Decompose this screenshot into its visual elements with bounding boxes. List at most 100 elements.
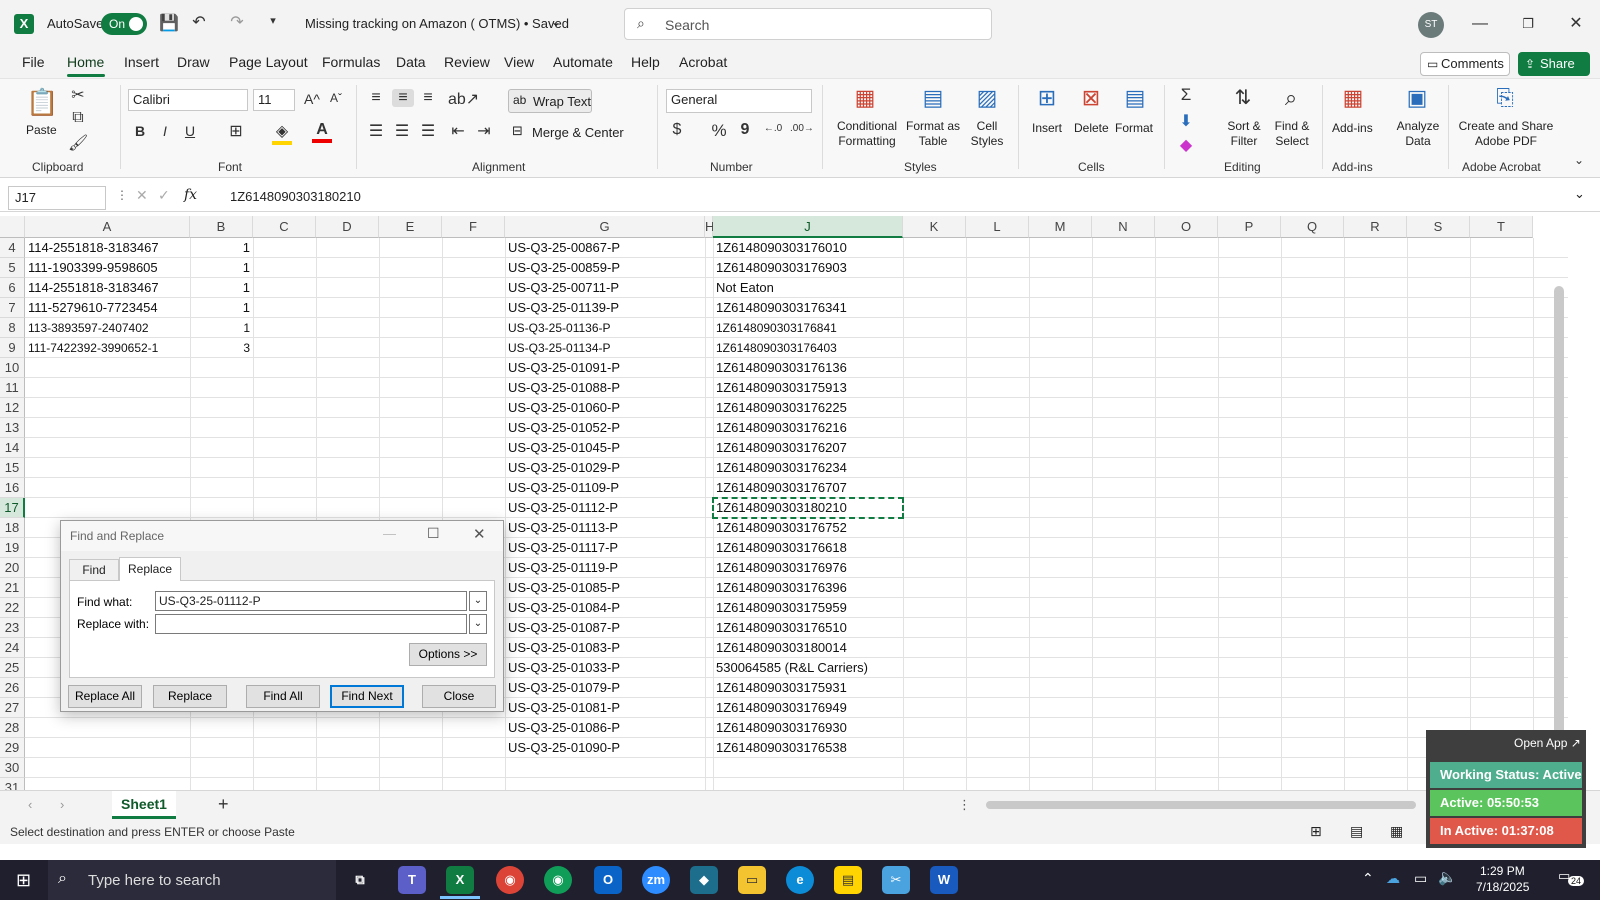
user-avatar[interactable]: ST (1418, 12, 1444, 38)
tab-view[interactable]: View (504, 54, 534, 70)
cell-g8[interactable]: US-Q3-25-01136-P (505, 318, 705, 338)
autosave-toggle[interactable]: On (101, 13, 147, 35)
tab-page-layout[interactable]: Page Layout (229, 54, 308, 70)
quick-access-dropdown-icon[interactable]: ▾ (266, 14, 280, 32)
cell-styles-label[interactable]: Cell Styles (966, 119, 1008, 149)
row-header[interactable]: 7 (0, 298, 25, 318)
cell-b7[interactable]: 1 (190, 298, 253, 318)
cell-g7[interactable]: US-Q3-25-01139-P (505, 298, 705, 318)
align-bottom-icon[interactable]: ≡ (418, 89, 438, 107)
row-header[interactable]: 30 (0, 758, 25, 778)
cell-g20[interactable]: US-Q3-25-01119-P (505, 558, 705, 578)
format-cells-icon[interactable]: ▤ (1120, 85, 1150, 115)
clock-time[interactable]: 1:29 PM (1480, 864, 1525, 878)
column-header-j[interactable]: J (713, 216, 903, 238)
cell-g23[interactable]: US-Q3-25-01087-P (505, 618, 705, 638)
italic-icon[interactable]: I (155, 123, 175, 139)
row-header[interactable]: 14 (0, 438, 25, 458)
cell-g28[interactable]: US-Q3-25-01086-P (505, 718, 705, 738)
dialog-close-icon[interactable]: ✕ (473, 525, 486, 543)
cell-j19[interactable]: 1Z6148090303176618 (713, 538, 903, 558)
column-header-p[interactable]: P (1218, 216, 1281, 238)
row-header[interactable]: 12 (0, 398, 25, 418)
cell-g10[interactable]: US-Q3-25-01091-P (505, 358, 705, 378)
sheet-options-icon[interactable]: ⋮ (958, 797, 971, 813)
find-select-icon[interactable]: ⌕ (1276, 85, 1306, 115)
file-explorer-icon[interactable]: ▭ (738, 866, 766, 894)
cell-j8[interactable]: 1Z6148090303176841 (713, 318, 903, 338)
insert-function-icon[interactable]: fx (184, 187, 197, 203)
scroll-sheets-right-icon[interactable]: › (60, 797, 64, 812)
row-header[interactable]: 8 (0, 318, 25, 338)
row-header[interactable]: 15 (0, 458, 25, 478)
column-header-f[interactable]: F (442, 216, 505, 238)
orientation-icon[interactable]: ab↗ (448, 89, 479, 109)
row-header[interactable]: 20 (0, 558, 25, 578)
outlook-icon[interactable]: O (594, 866, 622, 894)
replace-with-input[interactable] (155, 614, 467, 634)
delete-cells-icon[interactable]: ⊠ (1076, 85, 1106, 115)
cell-g4[interactable]: US-Q3-25-00867-P (505, 238, 705, 258)
find-all-button[interactable]: Find All (246, 685, 320, 708)
close-window-icon[interactable]: ✕ (1564, 12, 1588, 36)
cell-j14[interactable]: 1Z6148090303176207 (713, 438, 903, 458)
horizontal-scrollbar[interactable] (986, 801, 1416, 809)
row-header[interactable]: 31 (0, 778, 25, 790)
row-header[interactable]: 18 (0, 518, 25, 538)
confirm-entry-icon[interactable]: ✓ (158, 187, 170, 204)
paste-icon[interactable]: 📋 (26, 87, 58, 121)
row-header[interactable]: 9 (0, 338, 25, 358)
cell-j29[interactable]: 1Z6148090303176538 (713, 738, 903, 758)
insert-cells-icon[interactable]: ⊞ (1032, 85, 1062, 115)
underline-icon[interactable]: U (180, 123, 200, 139)
column-header-a[interactable]: A (25, 216, 190, 238)
cell-a8[interactable]: 113-3893597-2407402 (25, 318, 190, 338)
cell-j13[interactable]: 1Z6148090303176216 (713, 418, 903, 438)
paste-label[interactable]: Paste (26, 123, 57, 138)
share-button[interactable]: ⇪ Share (1518, 52, 1590, 76)
cell-g27[interactable]: US-Q3-25-01081-P (505, 698, 705, 718)
tray-chevron-icon[interactable]: ⌃ (1362, 870, 1374, 887)
copy-icon[interactable]: ⧉ (68, 109, 88, 127)
redo-icon[interactable]: ↷ (226, 12, 248, 34)
conditional-formatting-label[interactable]: Conditional Formatting (832, 119, 902, 149)
find-what-dropdown-icon[interactable]: ⌄ (469, 591, 487, 611)
add-sheet-button[interactable]: + (218, 794, 229, 815)
cell-styles-icon[interactable]: ▨ (972, 85, 1002, 115)
cell-j15[interactable]: 1Z6148090303176234 (713, 458, 903, 478)
page-layout-view-icon[interactable]: ▤ (1350, 823, 1363, 840)
font-color-icon[interactable]: A (312, 121, 332, 143)
cell-j22[interactable]: 1Z6148090303175959 (713, 598, 903, 618)
taskbar-search[interactable]: ⌕ Type here to search (48, 860, 336, 900)
onedrive-icon[interactable]: ☁ (1386, 870, 1400, 887)
autosum-icon[interactable]: Σ (1176, 85, 1196, 105)
sticky-notes-icon[interactable]: ▤ (834, 866, 862, 894)
align-top-icon[interactable]: ≡ (366, 89, 386, 107)
cell-j18[interactable]: 1Z6148090303176752 (713, 518, 903, 538)
column-header-c[interactable]: C (253, 216, 316, 238)
cell-j20[interactable]: 1Z6148090303176976 (713, 558, 903, 578)
cell-j9[interactable]: 1Z6148090303176403 (713, 338, 903, 358)
tab-data[interactable]: Data (396, 54, 426, 70)
format-cells-label[interactable]: Format (1115, 121, 1153, 136)
increase-indent-icon[interactable]: ⇥ (474, 121, 494, 141)
row-header[interactable]: 22 (0, 598, 25, 618)
row-header[interactable]: 13 (0, 418, 25, 438)
chrome-profile-icon[interactable]: ◉ (544, 866, 572, 894)
format-painter-icon[interactable]: 🖌 (68, 133, 88, 153)
replace-all-button[interactable]: Replace All (68, 685, 142, 708)
find-select-label[interactable]: Find & Select (1268, 119, 1316, 149)
fill-color-icon[interactable]: ◈ (272, 121, 292, 145)
align-left-icon[interactable]: ☰ (366, 121, 386, 141)
cell-g26[interactable]: US-Q3-25-01079-P (505, 678, 705, 698)
addins-label[interactable]: Add-ins (1332, 121, 1373, 136)
column-header-l[interactable]: L (966, 216, 1029, 238)
cell-g15[interactable]: US-Q3-25-01029-P (505, 458, 705, 478)
tab-replace[interactable]: Replace (119, 557, 181, 581)
column-header-e[interactable]: E (379, 216, 442, 238)
cell-g19[interactable]: US-Q3-25-01117-P (505, 538, 705, 558)
minimize-icon[interactable]: — (1468, 12, 1492, 36)
row-header[interactable]: 26 (0, 678, 25, 698)
find-what-input[interactable]: US-Q3-25-01112-P (155, 591, 467, 611)
row-header[interactable]: 17 (0, 498, 25, 518)
